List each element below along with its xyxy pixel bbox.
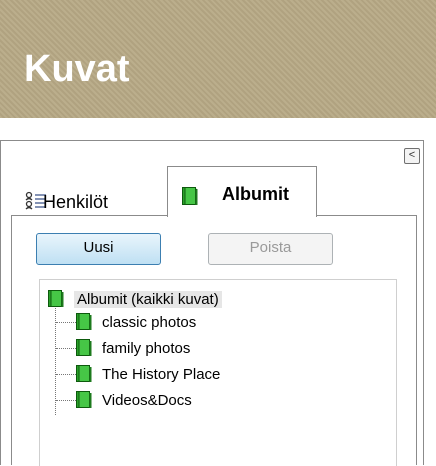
album-tree: Albumit (kaikki kuvat) classic photos fa… [39, 279, 397, 466]
tree-connector [56, 348, 76, 349]
album-book-icon [182, 187, 198, 205]
album-book-icon [76, 391, 92, 408]
tab-persons[interactable]: Henkilöt [11, 172, 161, 216]
tree-item-label: classic photos [102, 314, 197, 331]
tree-item-label: family photos [102, 340, 191, 357]
albums-content: Uusi Poista Albumit (kaikki kuvat) class… [11, 215, 417, 466]
album-book-icon [76, 365, 92, 382]
collapse-panel-button[interactable]: < [404, 148, 420, 164]
tab-albums-label: Albumit [222, 184, 289, 204]
tree-connector [56, 400, 76, 401]
album-book-icon [76, 313, 92, 330]
tree-connector [56, 322, 76, 323]
tree-item-label: The History Place [102, 366, 221, 383]
tree-connector [56, 374, 76, 375]
page-title: Kuvat [24, 48, 130, 90]
new-album-button[interactable]: Uusi [36, 233, 161, 265]
album-book-icon [76, 339, 92, 356]
tab-albums[interactable]: Albumit [167, 166, 317, 217]
tree-root-label: Albumit (kaikki kuvat) [74, 291, 222, 308]
app-header: Kuvat [0, 0, 436, 118]
delete-album-button[interactable]: Poista [208, 233, 333, 265]
album-book-icon [48, 290, 64, 307]
tab-persons-label: Henkilöt [43, 192, 109, 212]
tree-item-label: Videos&Docs [102, 392, 192, 409]
